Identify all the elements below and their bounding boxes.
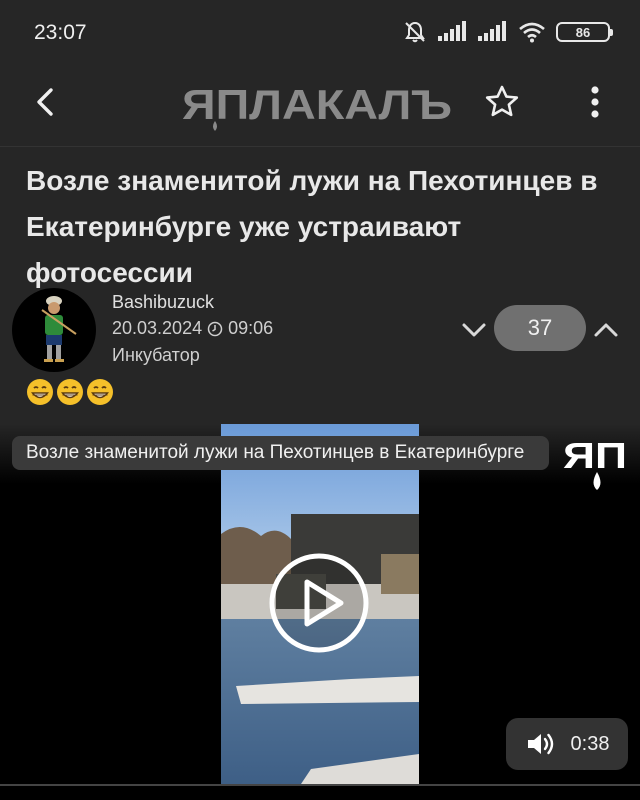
chevron-up-icon[interactable] <box>590 314 622 346</box>
date-text: 20.03.2024 <box>112 318 203 338</box>
rating-badge: 37 <box>494 305 586 351</box>
play-icon[interactable] <box>268 552 370 654</box>
clock-icon <box>207 321 223 336</box>
yap-logo-text: ЯП <box>563 435 627 476</box>
emoji-row <box>26 378 114 406</box>
signal-icon <box>478 21 506 41</box>
gesture-bar-line <box>0 784 640 786</box>
duration-badge[interactable]: 0:38 <box>506 718 628 770</box>
chevron-down-icon[interactable] <box>458 314 490 346</box>
duration-text: 0:38 <box>570 732 610 755</box>
wifi-icon <box>519 22 545 43</box>
star-icon[interactable] <box>482 82 522 122</box>
video-player[interactable]: Возле знаменитой лужи на Пехотинцев в Ек… <box>0 424 640 800</box>
app-bar-divider <box>0 146 640 147</box>
status-bar: 23:07 86 <box>0 0 640 64</box>
more-vert-icon[interactable] <box>575 82 615 122</box>
post-date: 20.03.2024 09:06 <box>112 318 273 339</box>
logo-text: ЯПЛАКАЛЪ <box>182 81 452 128</box>
grin-emoji-icon <box>57 379 83 405</box>
site-logo[interactable]: ЯПЛАКАЛЪ <box>182 81 462 135</box>
signal-icon <box>438 21 466 41</box>
author-name[interactable]: Bashibuzuck <box>112 292 214 313</box>
status-time: 23:07 <box>34 21 87 44</box>
grin-emoji-icon <box>27 379 53 405</box>
volume-icon[interactable] <box>525 730 557 758</box>
app-bar: ЯПЛАКАЛЪ <box>0 64 640 142</box>
video-title: Возле знаменитой лужи на Пехотинцев в Ек… <box>12 436 549 470</box>
battery-icon: 86 <box>556 22 613 42</box>
mute-alarm-icon <box>405 21 425 43</box>
post-section[interactable]: Инкубатор <box>112 345 200 366</box>
grin-emoji-icon <box>87 379 113 405</box>
post-title: Возле знаменитой лужи на Пехотинцев в Ек… <box>26 165 598 288</box>
yap-logo: ЯП <box>563 435 627 490</box>
back-arrow-icon[interactable] <box>26 82 66 122</box>
status-icons: 86 <box>402 18 613 46</box>
avatar[interactable] <box>12 288 96 372</box>
time-text: 09:06 <box>228 318 274 338</box>
